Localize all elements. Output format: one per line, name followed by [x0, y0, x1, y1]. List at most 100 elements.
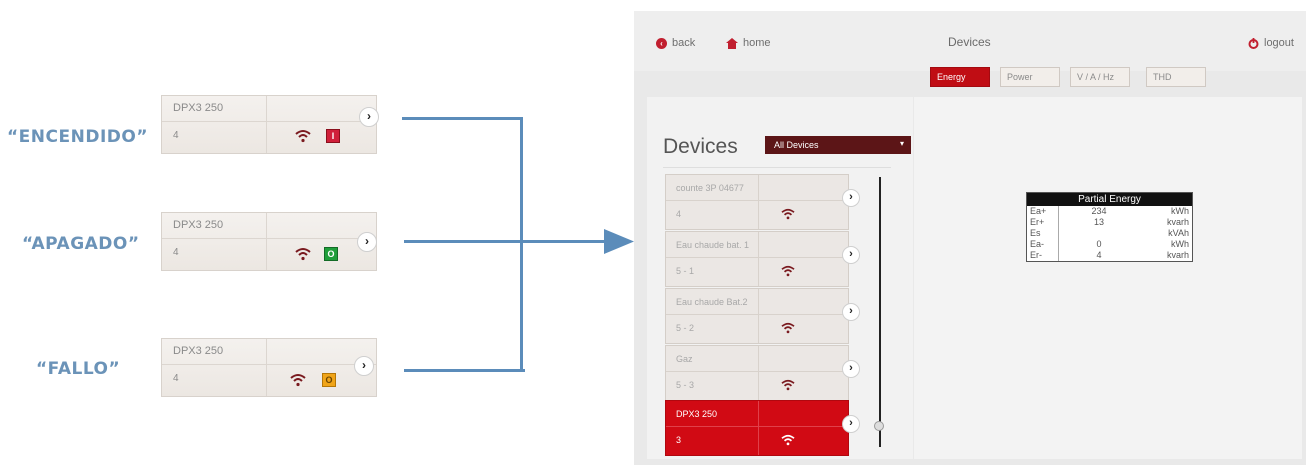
tab-v-a-hz[interactable]: V / A / Hz — [1070, 67, 1130, 87]
chevron-right-icon[interactable]: › — [842, 415, 860, 433]
partial-energy-title: Partial Energy — [1027, 193, 1192, 206]
tab-power[interactable]: Power — [1000, 67, 1060, 87]
card-divider — [666, 257, 848, 258]
page-title: Devices — [948, 35, 991, 49]
device-card-fault[interactable]: DPX3 250 4 O — [161, 338, 377, 397]
card-divider — [758, 175, 759, 229]
device-list-panel: Devices All Devices ▾ counte 3P 04677 4 … — [647, 97, 913, 459]
card-divider — [666, 371, 848, 372]
device-card-on[interactable]: DPX3 250 4 I — [161, 95, 377, 154]
chevron-right-icon[interactable]: › — [842, 189, 860, 207]
chevron-right-icon[interactable]: › — [357, 232, 377, 252]
caret-down-icon: ▾ — [899, 139, 904, 148]
device-list-item[interactable]: Gaz 5 - 3 — [665, 345, 849, 401]
wifi-icon — [295, 130, 311, 143]
device-card-off[interactable]: DPX3 250 4 O — [161, 212, 377, 271]
energy-unit: kWh — [1171, 239, 1189, 249]
device-number: 4 — [676, 209, 682, 219]
device-list-item-selected[interactable]: DPX3 250 3 — [665, 400, 849, 456]
tab-energy[interactable]: Energy — [930, 67, 990, 87]
device-name: DPX3 250 — [173, 219, 224, 231]
energy-unit: kvarh — [1166, 250, 1189, 260]
home-label: home — [743, 37, 771, 49]
device-name: Eau chaude Bat.2 — [676, 297, 748, 307]
chevron-right-icon[interactable]: › — [354, 356, 374, 376]
energy-unit: kvarh — [1166, 217, 1189, 227]
back-icon: ‹ — [656, 37, 667, 49]
back-link[interactable]: ‹ back — [656, 37, 695, 49]
energy-key: Ea+ — [1027, 206, 1059, 217]
energy-key: Er- — [1027, 250, 1059, 261]
card-divider — [162, 238, 376, 239]
table-row: Er- 4 kvarh — [1027, 250, 1192, 261]
device-filter-select[interactable]: All Devices ▾ — [765, 136, 911, 154]
card-divider — [162, 121, 376, 122]
status-on-icon: I — [326, 129, 340, 143]
device-list-item[interactable]: counte 3P 04677 4 — [665, 174, 849, 230]
energy-key: Ea- — [1027, 239, 1059, 250]
wifi-icon — [781, 379, 795, 391]
wifi-icon — [290, 374, 306, 387]
energy-value — [1059, 228, 1139, 239]
card-divider — [758, 232, 759, 286]
card-divider — [162, 364, 376, 365]
card-divider — [666, 314, 848, 315]
chevron-right-icon[interactable]: › — [842, 360, 860, 378]
wifi-icon — [295, 248, 311, 261]
scrollbar-track[interactable] — [879, 177, 881, 447]
device-name: DPX3 250 — [173, 102, 224, 114]
chevron-right-icon[interactable]: › — [359, 107, 379, 127]
card-divider — [266, 213, 267, 270]
device-screen: ‹ back home Devices logout Energy Power … — [634, 11, 1306, 465]
chevron-right-icon[interactable]: › — [842, 303, 860, 321]
device-name: DPX3 250 — [676, 409, 718, 419]
connector-line-bottom — [404, 369, 525, 372]
device-name: DPX3 250 — [173, 345, 224, 357]
wifi-icon — [781, 434, 795, 446]
connector-line-vertical — [520, 117, 523, 372]
device-name: Gaz — [676, 354, 693, 364]
card-divider — [758, 289, 759, 343]
table-row: Ea+ 234 kWh — [1027, 206, 1192, 217]
device-list-item[interactable]: Eau chaude Bat.2 5 - 2 — [665, 288, 849, 344]
device-list-item[interactable]: Eau chaude bat. 1 5 - 1 — [665, 231, 849, 287]
device-number: 4 — [173, 373, 179, 384]
device-name: counte 3P 04677 — [676, 183, 744, 193]
logout-link[interactable]: logout — [1248, 37, 1294, 49]
energy-unit: kWh — [1171, 206, 1189, 216]
device-number: 5 - 3 — [676, 380, 695, 390]
card-divider — [666, 200, 848, 201]
logout-label: logout — [1264, 37, 1294, 49]
home-link[interactable]: home — [726, 37, 771, 49]
device-filter-value: All Devices — [774, 140, 819, 150]
energy-unit: kVAh — [1168, 228, 1189, 238]
connector-line-middle — [404, 240, 606, 243]
table-row: Es kVAh — [1027, 228, 1192, 239]
wifi-icon — [781, 322, 795, 334]
state-label-off: “APAGADO” — [22, 234, 140, 254]
card-divider — [266, 96, 267, 153]
device-number: 5 - 1 — [676, 266, 695, 276]
table-row: Ea- 0 kWh — [1027, 239, 1192, 250]
tab-thd[interactable]: THD — [1146, 67, 1206, 87]
state-label-fault: “FALLO” — [36, 359, 121, 379]
top-bar: ‹ back home Devices logout — [634, 11, 1306, 71]
energy-value: 13 — [1093, 217, 1104, 227]
card-divider — [758, 346, 759, 400]
status-fault-icon: O — [322, 373, 336, 387]
scrollbar-thumb[interactable] — [874, 421, 884, 431]
home-icon — [726, 37, 738, 49]
wifi-icon — [781, 208, 795, 220]
partial-energy-table: Partial Energy Ea+ 234 kWh Er+ 13 kvarh … — [1026, 192, 1193, 262]
device-number: 5 - 2 — [676, 323, 695, 333]
devices-heading: Devices — [663, 135, 738, 158]
card-divider — [666, 426, 848, 427]
energy-value: 0 — [1096, 239, 1102, 249]
card-divider — [758, 401, 759, 455]
chevron-right-icon[interactable]: › — [842, 246, 860, 264]
back-label: back — [672, 37, 696, 49]
detail-panel: Partial Energy Ea+ 234 kWh Er+ 13 kvarh … — [914, 97, 1302, 459]
arrow-right-icon — [604, 229, 634, 254]
energy-key: Es — [1027, 228, 1059, 239]
divider — [663, 167, 891, 168]
